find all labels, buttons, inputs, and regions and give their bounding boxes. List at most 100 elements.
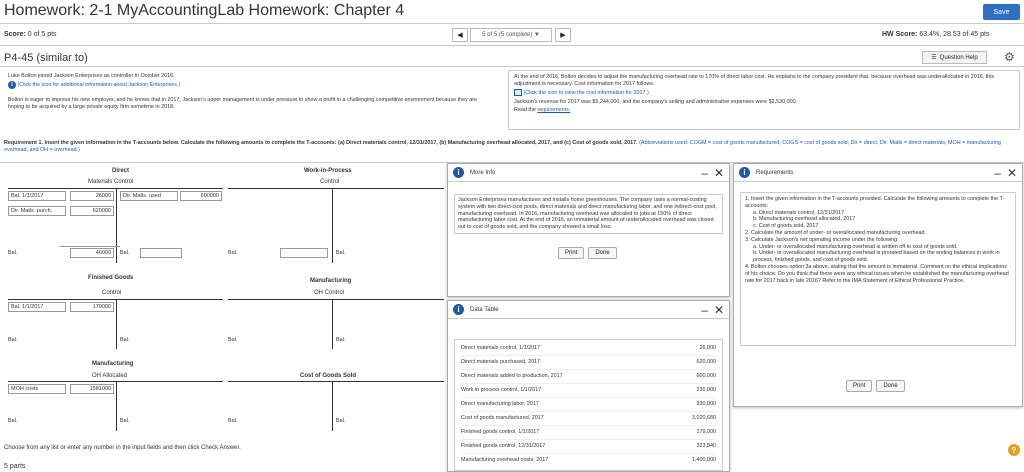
data-table-title: Data Table xyxy=(470,306,499,313)
dm-bal-left[interactable]: 46000 xyxy=(70,248,114,258)
page-title: Homework: 2-1 MyAccountingLab Homework: … xyxy=(4,2,405,19)
close-icon[interactable]: ✕ xyxy=(714,166,724,180)
cost-info-link-row[interactable]: (Click the icon to view the cost informa… xyxy=(514,89,1014,97)
hw-score-label: HW Score: xyxy=(882,31,918,38)
requirement-main: Requirement 1. Insert the given informat… xyxy=(4,140,638,146)
fg-bal-label: Bal. xyxy=(8,337,18,343)
popup-header: i Data Table – ✕ xyxy=(448,301,729,319)
score-display: Score: 0 of 5 pts xyxy=(4,31,57,38)
moha-row1-left[interactable]: 1581000 xyxy=(70,384,114,394)
row-label: Direct manufacturing labor, 2017 xyxy=(461,401,539,407)
question-help-label: Question Help xyxy=(939,54,978,61)
read-requirements-row: Read the requirements. xyxy=(514,107,1014,114)
intro-right-p1: At the end of 2016, Bolton decides to ad… xyxy=(514,74,995,87)
table-row: Direct materials added to production, 20… xyxy=(461,370,716,384)
row-value: 600,000 xyxy=(696,373,717,379)
taccount-line xyxy=(228,188,444,189)
dm-row2-label[interactable]: Dir. Matls. purch. xyxy=(8,206,66,216)
hw-score-value: 63.4%, 28.53 of 45 pts xyxy=(919,31,990,38)
close-icon[interactable]: ✕ xyxy=(1007,166,1017,180)
dm-row2-left[interactable]: 620000 xyxy=(70,206,114,216)
moha-row1-label[interactable]: MOH costs xyxy=(8,384,66,394)
moha-bal-right-label: Bal. xyxy=(120,418,130,424)
table-row: Direct manufacturing labor, 2017 930,000 xyxy=(461,398,716,412)
req-item: 3. Calculate Jackson's net operating inc… xyxy=(745,236,899,243)
taccount-vline xyxy=(332,299,333,349)
info-link-row[interactable]: i (Click the icon for additional informa… xyxy=(8,81,498,89)
minimize-icon[interactable]: – xyxy=(994,166,1001,180)
more-info-popup: i More Info – ✕ Jackson Enterprises manu… xyxy=(447,163,730,297)
table-row: Manufacturing overhead costs, 2017 1,400,… xyxy=(461,454,716,468)
taccount-wip-title: Work-in-Process xyxy=(304,168,352,174)
taccount-vline xyxy=(116,188,117,263)
taccount-vline xyxy=(116,299,117,349)
table-row: Finished goods control, 1/1/2017 179,000 xyxy=(461,426,716,440)
table-row: Finished goods control, 12/31/2017 323,84… xyxy=(461,440,716,454)
info-icon[interactable]: i xyxy=(8,81,16,89)
save-button[interactable]: Save xyxy=(983,4,1020,20)
requirements-link[interactable]: requirements. xyxy=(537,107,570,113)
minimize-icon[interactable]: – xyxy=(701,303,708,317)
taccount-vline xyxy=(332,381,333,431)
table-row: Work in process control, 1/1/2017 230,000 xyxy=(461,384,716,398)
req-item: 1. Insert the given information in the T… xyxy=(745,196,1005,209)
row-label: Direct materials added to production, 20… xyxy=(461,373,563,379)
info-icon: i xyxy=(739,167,750,178)
req-item: a. Under- or overallocated manufacturing… xyxy=(753,243,958,250)
popup-header: i More Info – ✕ xyxy=(448,164,729,182)
table-row: Cost of goods manufactured, 2017 3,020,68… xyxy=(461,412,716,426)
row-value: 26,000 xyxy=(699,345,717,351)
minimize-icon[interactable]: – xyxy=(701,166,708,180)
dm-row1-label[interactable]: Bal. 1/1/2017 xyxy=(8,191,66,201)
fg-bal-right-label: Bal. xyxy=(120,337,130,343)
prev-question-button[interactable]: ◀ xyxy=(452,28,468,42)
help-icon[interactable]: ? xyxy=(1008,444,1020,456)
row-label: Finished goods control, 1/1/2017 xyxy=(461,429,540,435)
req-item: c. Cost of goods sold, 2017 xyxy=(753,223,819,230)
problem-title: P4-45 (similar to) xyxy=(4,52,88,64)
additional-info-link[interactable]: (Click the icon for additional informati… xyxy=(18,82,181,88)
info-icon: i xyxy=(453,304,464,315)
gear-icon[interactable]: ⚙ xyxy=(1004,50,1015,64)
table-icon[interactable] xyxy=(514,89,522,96)
cogs-bal-label: Bal. xyxy=(228,418,238,424)
dm-row1-left[interactable]: 26000 xyxy=(70,191,114,201)
table-row: Direct materials purchased, 2017 620,000 xyxy=(461,356,716,370)
next-question-button[interactable]: ▶ xyxy=(555,28,571,42)
requirements-list: 1. Insert the given information in the T… xyxy=(740,192,1016,346)
done-button[interactable]: Done xyxy=(588,247,617,259)
done-button[interactable]: Done xyxy=(876,380,905,392)
taccount-direct-subtitle: Materials Control xyxy=(88,179,134,185)
moh-bal-label: Bal. xyxy=(228,337,238,343)
question-select[interactable]: 5 of 5 (5 complete) ▼ xyxy=(470,28,552,42)
dm-bal-right-input[interactable] xyxy=(140,248,182,258)
dm-row1-right[interactable]: 600000 xyxy=(180,191,222,201)
list-icon: ☰ xyxy=(931,55,937,61)
moha-bal-label: Bal. xyxy=(8,418,18,424)
chevron-down-icon: ▼ xyxy=(533,32,540,38)
intro-right-p2: Jackson's revenue for 2017 was $5,244,00… xyxy=(514,98,798,105)
req-item: 4. Bolton chooses option 3a above, stati… xyxy=(745,263,1009,284)
cost-info-link[interactable]: (Click the icon to view the cost informa… xyxy=(524,90,649,96)
print-button[interactable]: Print xyxy=(846,380,873,392)
row-label: Direct materials purchased, 2017 xyxy=(461,359,541,365)
taccount-moha-subtitle: OH Allocated xyxy=(92,373,128,379)
row-value: 1,400,000 xyxy=(692,457,716,463)
print-button[interactable]: Print xyxy=(558,247,585,259)
wip-bal-left-input[interactable] xyxy=(280,248,328,258)
row-label: Direct materials control, 1/1/2017 xyxy=(461,345,541,351)
question-help-button[interactable]: ☰ Question Help xyxy=(922,51,987,64)
intro-left-p2: Bolton is eager to impress his new emplo… xyxy=(8,97,478,110)
wip-bal-label: Bal. xyxy=(228,250,238,256)
fg-row1-left[interactable]: 179000 xyxy=(70,302,114,312)
close-icon[interactable]: ✕ xyxy=(714,303,724,317)
info-icon: i xyxy=(453,167,464,178)
taccount-moha-title: Manufacturing xyxy=(92,361,134,367)
fg-row1-label[interactable]: Bal. 1/1/2017 xyxy=(8,302,66,312)
dm-row1-right-label[interactable]: Dir. Matls. used xyxy=(120,191,178,201)
requirements-popup: i Requirements – ✕ 1. Insert the given i… xyxy=(733,163,1023,407)
row-value: 930,000 xyxy=(696,401,717,407)
row-value: 230,000 xyxy=(696,387,717,393)
dm-bal-label: Bal. xyxy=(8,250,18,256)
taccount-subtotal-line xyxy=(60,246,120,247)
